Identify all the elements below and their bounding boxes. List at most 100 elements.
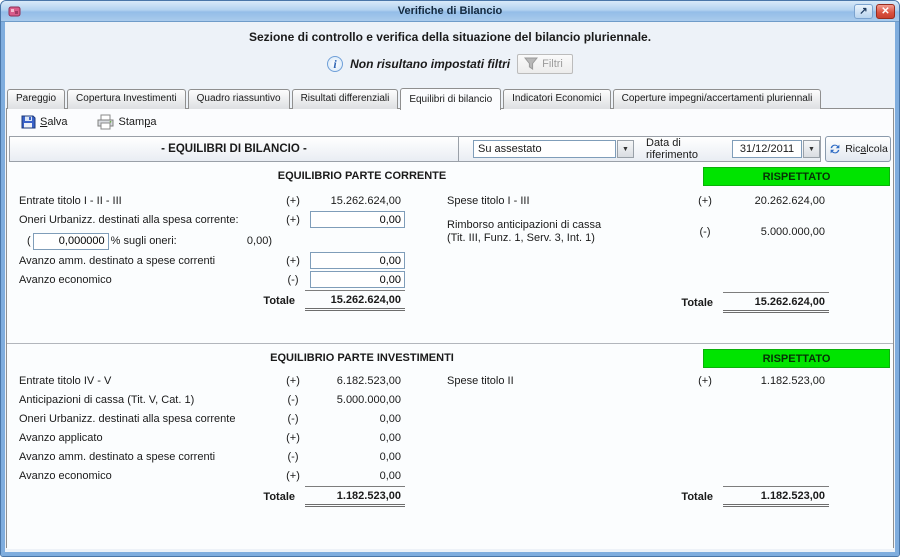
printer-icon <box>96 114 115 130</box>
total-label: Totale <box>681 297 713 309</box>
corrente-entrate-total: Totale 15.262.624,00 <box>19 290 405 311</box>
chevron-down-icon[interactable]: ▼ <box>617 140 634 158</box>
total-label: Totale <box>263 491 295 503</box>
tab-indicatori-economici[interactable]: Indicatori Economici <box>503 89 610 109</box>
tab-quadro-riassuntivo[interactable]: Quadro riassuntivo <box>188 89 290 109</box>
parte-investimenti-status-badge: RISPETTATO <box>703 349 890 368</box>
section-parte-corrente: EQUILIBRIO PARTE CORRENTE RISPETTATO Ent… <box>7 162 893 344</box>
section-header-row: - EQUILIBRI DI BILANCIO - Su assestato ▼… <box>9 136 891 162</box>
row-value: 15.262.624,00 <box>310 195 405 207</box>
percent-label: % sugli oneri: <box>111 235 177 247</box>
filter-status-row: i Non risultano impostati filtri Filtri <box>1 54 899 74</box>
percent-value: 0,00) <box>247 235 272 247</box>
row-label: Entrate titolo I - II - III <box>19 195 276 207</box>
avanzo-economico-input[interactable] <box>310 271 405 288</box>
section-parte-investimenti: EQUILIBRIO PARTE INVESTIMENTI RISPETTATO… <box>7 344 893 549</box>
filter-status-text: Non risultano impostati filtri <box>350 57 510 71</box>
table-row: Spese titolo II (+) 1.182.523,00 <box>447 372 829 389</box>
row-label: Spese titolo I - III <box>447 195 685 207</box>
oneri-percent-row: ( % sugli oneri: 0,00) <box>27 232 272 250</box>
tab-strip: Pareggio Copertura Investimenti Quadro r… <box>7 87 823 109</box>
investimenti-spese-total: Totale 1.182.523,00 <box>447 486 829 507</box>
investimenti-spese-column: Spese titolo II (+) 1.182.523,00 Totale … <box>447 372 829 507</box>
window-title: Verifiche di Bilancio <box>1 5 899 17</box>
tab-copertura-investimenti[interactable]: Copertura Investimenti <box>67 89 186 109</box>
table-row: Avanzo applicato (+) 0,00 <box>19 429 405 446</box>
tab-equilibri-di-bilancio[interactable]: Equilibri di bilancio <box>400 88 501 110</box>
controls-panel: Su assestato ▼ Data di riferimento 31/12… <box>458 136 821 162</box>
date-chevron-down-icon[interactable]: ▼ <box>803 140 820 158</box>
total-value: 15.262.624,00 <box>305 290 405 311</box>
save-button-label: Salva <box>40 116 68 128</box>
toolbar: Salva Stampa <box>7 109 893 135</box>
floppy-icon <box>20 114 36 130</box>
row-label: Oneri Urbanizz. destinati alla spesa cor… <box>19 413 276 425</box>
investimenti-entrate-column: Entrate titolo IV - V (+) 6.182.523,00 A… <box>19 372 405 507</box>
oneri-urbanizz-input[interactable] <box>310 211 405 228</box>
row-sign: (-) <box>276 451 310 463</box>
row-label: Rimborso anticipazioni di cassa(Tit. III… <box>447 219 685 245</box>
row-sign: (+) <box>276 195 310 207</box>
row-sign: (+) <box>685 375 725 387</box>
tab-risultati-differenziali[interactable]: Risultati differenziali <box>292 89 399 109</box>
table-row: Avanzo amm. destinato a spese correnti (… <box>19 252 405 269</box>
info-icon: i <box>327 56 343 72</box>
section-title-panel: - EQUILIBRI DI BILANCIO - <box>9 136 459 162</box>
corrente-spese-total: Totale 15.262.624,00 <box>447 292 829 313</box>
table-row: Avanzo economico (+) 0,00 <box>19 467 405 484</box>
table-row: Rimborso anticipazioni di cassa(Tit. III… <box>447 217 829 247</box>
row-sign: (-) <box>276 394 310 406</box>
total-value: 1.182.523,00 <box>305 486 405 507</box>
row-sign: (+) <box>276 255 310 267</box>
row-sign: (+) <box>276 470 310 482</box>
row-value: 20.262.624,00 <box>725 195 829 207</box>
paren-open: ( <box>27 235 31 247</box>
tab-pareggio[interactable]: Pareggio <box>7 89 65 109</box>
investimenti-entrate-total: Totale 1.182.523,00 <box>19 486 405 507</box>
print-button[interactable]: Stampa <box>91 111 162 133</box>
row-label: Oneri Urbanizz. destinati alla spesa cor… <box>19 214 276 226</box>
app-window: Verifiche di Bilancio ↗ ✕ Sezione di con… <box>0 0 900 557</box>
recalculate-button[interactable]: Ricalcola <box>825 136 891 162</box>
filters-button-label: Filtri <box>542 58 563 70</box>
date-picker[interactable]: 31/12/2011 ▼ <box>732 140 820 158</box>
title-bar: Verifiche di Bilancio ↗ ✕ <box>1 1 899 22</box>
row-label: Avanzo economico <box>19 470 276 482</box>
row-value: 1.182.523,00 <box>725 375 829 387</box>
corrente-entrate-column: Entrate titolo I - II - III (+) 15.262.6… <box>19 192 405 311</box>
table-row: Entrate titolo IV - V (+) 6.182.523,00 <box>19 372 405 389</box>
row-value: 0,00 <box>310 470 405 482</box>
save-button[interactable]: Salva <box>15 111 73 133</box>
table-row: Anticipazioni di cassa (Tit. V, Cat. 1) … <box>19 391 405 408</box>
row-sign: (-) <box>276 413 310 425</box>
mode-select[interactable]: Su assestato ▼ <box>473 140 634 158</box>
corrente-spese-column: Spese titolo I - III (+) 20.262.624,00 R… <box>447 192 829 313</box>
row-label: Anticipazioni di cassa (Tit. V, Cat. 1) <box>19 394 276 406</box>
total-label: Totale <box>681 491 713 503</box>
restore-window-button[interactable]: ↗ <box>854 4 873 19</box>
recalculate-button-label: Ricalcola <box>845 143 888 155</box>
date-label: Data di riferimento <box>646 137 726 161</box>
mode-select-value[interactable]: Su assestato <box>473 140 616 158</box>
table-row: Oneri Urbanizz. destinati alla spesa cor… <box>19 211 405 228</box>
equilibri-content: EQUILIBRIO PARTE CORRENTE RISPETTATO Ent… <box>7 162 893 549</box>
parte-corrente-status-badge: RISPETTATO <box>703 167 890 186</box>
row-value: 5.000.000,00 <box>725 226 829 238</box>
table-row: Oneri Urbanizz. destinati alla spesa cor… <box>19 410 405 427</box>
total-label: Totale <box>263 295 295 307</box>
funnel-icon <box>524 57 538 70</box>
tab-panel: Salva Stampa - EQUILIBRI DI BILANCIO - <box>6 108 894 548</box>
avanzo-amm-input[interactable] <box>310 252 405 269</box>
total-value: 15.262.624,00 <box>723 292 829 313</box>
row-sign: (-) <box>685 226 725 238</box>
row-value: 0,00 <box>310 451 405 463</box>
table-row: Spese titolo I - III (+) 20.262.624,00 <box>447 192 829 209</box>
refresh-icon <box>828 142 842 156</box>
oneri-percent-input[interactable] <box>33 233 109 250</box>
close-window-button[interactable]: ✕ <box>876 4 895 19</box>
row-value: 0,00 <box>310 413 405 425</box>
tab-coperture-impegni[interactable]: Coperture impegni/accertamenti plurienna… <box>613 89 822 109</box>
row-label: Spese titolo II <box>447 375 685 387</box>
date-value[interactable]: 31/12/2011 <box>732 140 802 158</box>
filters-button[interactable]: Filtri <box>517 54 573 74</box>
